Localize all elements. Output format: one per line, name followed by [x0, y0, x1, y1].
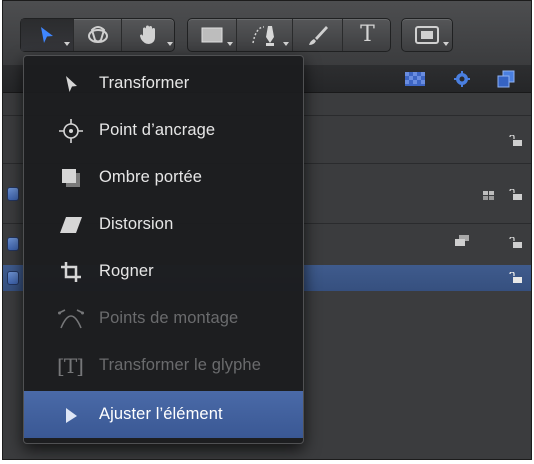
text-tool-button[interactable]: T	[342, 19, 392, 51]
mask-rectangle-icon	[415, 26, 439, 44]
group-icon	[483, 191, 494, 200]
select-tool-button[interactable]	[21, 19, 73, 51]
text-icon: T	[360, 22, 375, 47]
glyph-icon-text: [T]	[57, 353, 84, 378]
paint-stroke-tool-button[interactable]	[292, 19, 342, 51]
adjust-item-icon	[58, 402, 84, 428]
shape-tools-group: T	[187, 18, 391, 52]
chevron-down-icon	[227, 42, 233, 46]
menu-item-label: Points de montage	[99, 309, 239, 327]
select-arrow-icon	[41, 27, 53, 43]
drop-shadow-icon	[58, 165, 84, 191]
menu-item-distort[interactable]: Distorsion	[24, 201, 303, 248]
chevron-down-icon	[283, 42, 289, 46]
lock-icon[interactable]	[508, 237, 522, 249]
edit-points-icon	[58, 306, 84, 332]
menu-item-edit-points: Points de montage	[24, 295, 303, 342]
lock-icon[interactable]	[508, 135, 522, 147]
transform-tools-menu: Transformer Point d’ancrage Ombre portée	[23, 55, 304, 444]
menu-item-label: Transformer le glyphe	[99, 356, 261, 374]
arrow-pointer-icon	[58, 71, 84, 97]
hand-icon	[140, 25, 155, 44]
anchor-point-icon	[58, 118, 84, 144]
3d-transform-tool-button[interactable]	[73, 19, 121, 51]
menu-item-anchor-point[interactable]: Point d’ancrage	[24, 107, 303, 154]
3d-transform-icon	[87, 26, 108, 43]
checkerboard-icon[interactable]	[405, 70, 425, 88]
pen-tool-button[interactable]	[236, 19, 292, 51]
chevron-down-icon	[443, 42, 449, 46]
menu-item-adjust-item[interactable]: Ajuster l’élément	[24, 391, 303, 438]
chevron-down-icon	[64, 42, 70, 46]
menu-item-label: Ombre portée	[99, 168, 202, 186]
brush-icon	[308, 26, 328, 45]
menu-item-drop-shadow[interactable]: Ombre portée	[24, 154, 303, 201]
lock-icon[interactable]	[508, 189, 522, 201]
menu-item-label: Rogner	[99, 262, 154, 280]
chevron-down-icon	[167, 42, 173, 46]
menu-item-glyph-transform: [T] Transformer le glyphe	[24, 342, 303, 389]
layer-stack-icon	[455, 235, 469, 246]
app-window: T Transformer Point d’ancrage Ombre port…	[2, 0, 532, 460]
menu-item-label: Point d’ancrage	[99, 121, 216, 139]
menu-item-label: Distorsion	[99, 215, 174, 233]
menu-item-transformer[interactable]: Transformer	[24, 60, 303, 107]
visibility-checkbox[interactable]	[7, 237, 19, 251]
visibility-checkbox[interactable]	[7, 271, 19, 285]
mask-tools-group	[401, 18, 453, 52]
distort-icon	[58, 212, 84, 238]
menu-item-label: Ajuster l’élément	[99, 405, 223, 423]
rectangle-icon	[201, 27, 223, 43]
select-tools-group	[20, 18, 175, 52]
mask-tool-button[interactable]	[402, 19, 452, 51]
lock-icon[interactable]	[508, 272, 522, 284]
pan-tool-button[interactable]	[121, 19, 176, 51]
visibility-checkbox[interactable]	[7, 187, 19, 201]
menu-item-crop[interactable]: Rogner	[24, 248, 303, 295]
rectangle-tool-button[interactable]	[188, 19, 236, 51]
glyph-transform-icon: [T]	[52, 353, 88, 379]
gear-icon[interactable]	[452, 70, 472, 88]
layers-icon[interactable]	[496, 70, 516, 88]
bezier-pen-icon	[251, 26, 274, 46]
menu-item-label: Transformer	[99, 74, 190, 92]
crop-icon	[58, 259, 84, 285]
